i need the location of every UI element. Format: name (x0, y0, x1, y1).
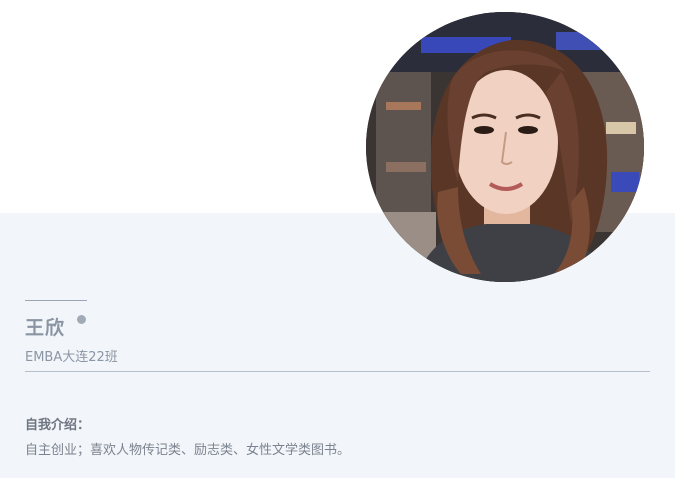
person-name: 王欣 (25, 317, 66, 339)
intro-text: 自主创业；喜欢人物传记类、励志类、女性文学类图书。 (25, 443, 351, 458)
name-dot-icon (77, 315, 86, 324)
name-accent-rule (25, 300, 87, 301)
class-label: EMBA大连22班 (25, 350, 118, 365)
intro-heading: 自我介绍： (25, 418, 91, 433)
avatar (366, 12, 644, 282)
section-divider (25, 371, 650, 372)
